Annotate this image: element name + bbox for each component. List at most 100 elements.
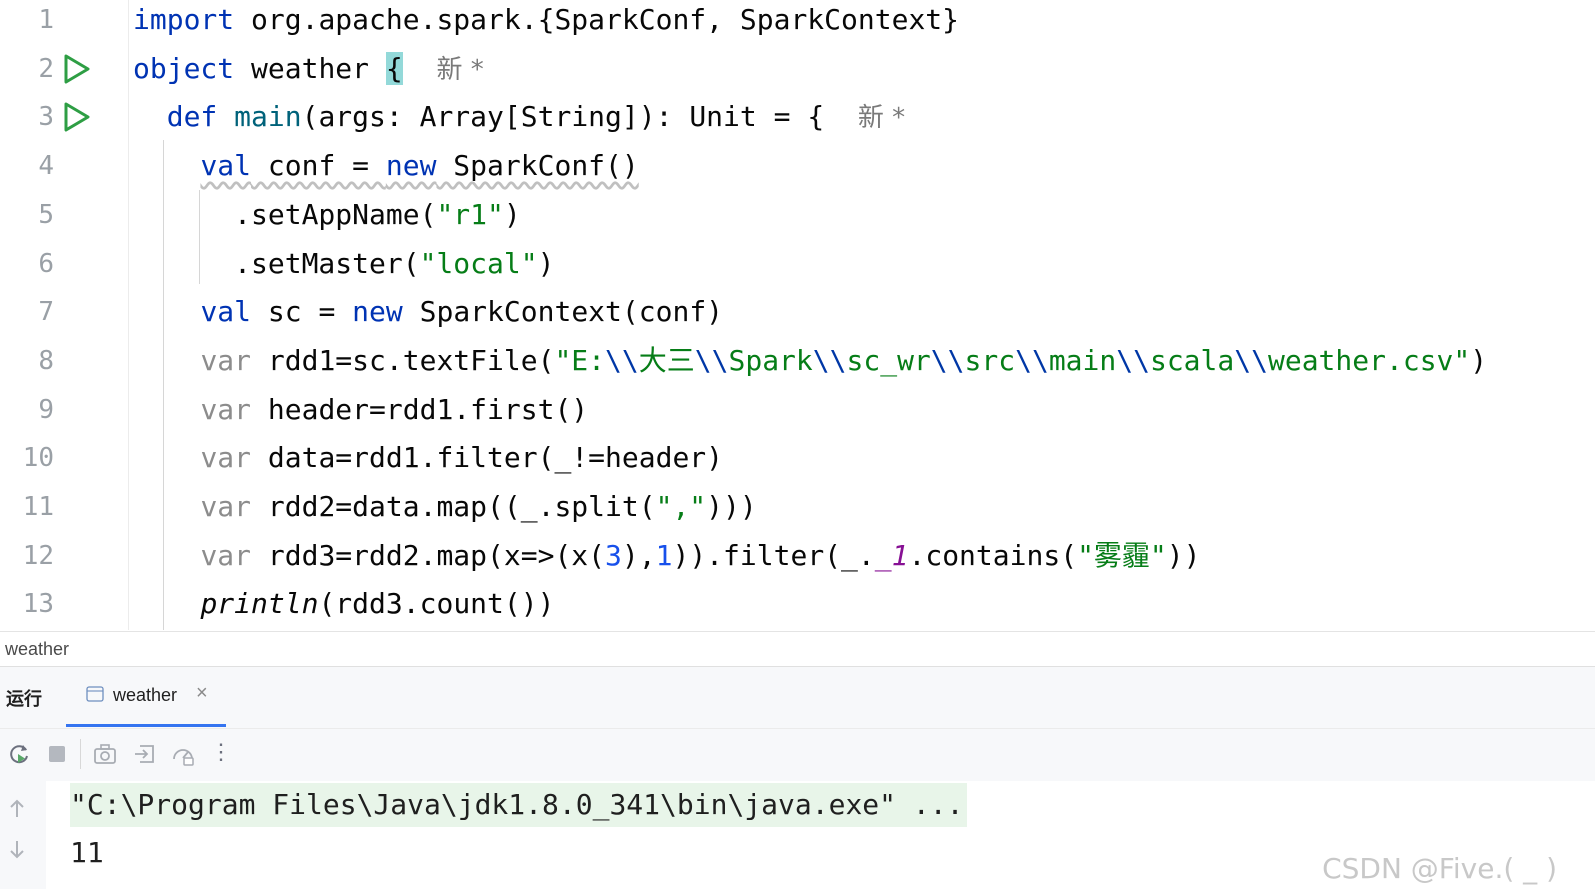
console-icon (86, 686, 104, 702)
camera-icon[interactable] (92, 741, 118, 767)
line-number: 4 (38, 151, 54, 182)
code-token: var (200, 343, 252, 377)
code-token: var (200, 441, 252, 475)
run-icon[interactable] (62, 100, 92, 134)
down-arrow-icon[interactable] (6, 837, 28, 861)
code-token: "r1" (436, 197, 504, 231)
gutter-row: 6 (0, 244, 128, 293)
code-editor[interactable]: 1 2 3 4 5 6 7 8 9 10 11 12 13 import org.apache.spar… (0, 0, 1595, 630)
code-token: scala (1149, 343, 1235, 377)
code-token: weather.csv" (1267, 343, 1471, 377)
code-line[interactable]: var header=rdd1.first() (133, 390, 588, 439)
line-number: 10 (22, 443, 54, 474)
code-token: var (200, 538, 252, 572)
code-line[interactable]: import org.apache.spark.{SparkConf, Spar… (133, 0, 959, 49)
more-icon[interactable]: ⋮ (208, 739, 234, 765)
code-line[interactable]: object weather { 新 * (133, 49, 484, 98)
author-hint: 新 * (857, 103, 906, 134)
code-line[interactable]: var rdd2=data.map((_.split(","))) (133, 487, 757, 536)
breadcrumb-item[interactable]: weather (0, 639, 69, 659)
line-number: 6 (38, 248, 54, 279)
code-area[interactable]: import org.apache.spark.{SparkConf, Spar… (133, 0, 1595, 630)
code-token: 3 (605, 538, 622, 572)
line-number: 8 (38, 345, 54, 376)
code-line[interactable]: var rdd1=sc.textFile("E:\\大三\\Spark\\sc_… (133, 341, 1487, 390)
code-token: rdd3=rdd2.map(x=>(x( (251, 538, 606, 572)
line-number: 3 (38, 102, 54, 133)
code-line[interactable]: val conf = new SparkConf() (133, 146, 638, 195)
gutter-row: 7 (0, 292, 128, 341)
code-token: def (166, 100, 218, 134)
run-header: 运行 weather × (0, 667, 1595, 727)
stop-icon[interactable] (44, 741, 70, 767)
code-token: SparkContext(conf) (402, 295, 724, 329)
line-number: 7 (38, 297, 54, 328)
run-icon[interactable] (62, 52, 92, 86)
code-token: \\ (812, 343, 847, 377)
code-token: \\ (1116, 343, 1150, 377)
code-token: (rdd3.count()) (318, 587, 555, 621)
code-line[interactable]: val sc = new SparkContext(conf) (133, 292, 723, 341)
gutter-row: 11 (0, 487, 128, 536)
close-icon[interactable]: × (196, 682, 208, 705)
code-line[interactable]: var data=rdd1.filter(_!=header) (133, 438, 723, 487)
run-panel-title: 运行 (6, 689, 42, 709)
code-token: val (200, 149, 252, 183)
line-number: 13 (22, 589, 54, 620)
code-token: ) (503, 197, 521, 231)
code-line[interactable]: var rdd3=rdd2.map(x=>(x(3),1)).filter(_.… (133, 536, 1200, 585)
code-token: .setAppName( (133, 197, 437, 231)
rerun-icon[interactable] (6, 741, 32, 767)
code-token: ))) (706, 490, 757, 523)
code-token: \\ (1234, 343, 1268, 377)
restore-layout-icon[interactable] (132, 741, 158, 767)
breadcrumb[interactable]: weather (0, 631, 1595, 666)
code-line[interactable]: def main(args: Array[String]): Unit = { … (133, 97, 905, 146)
code-token: val (200, 295, 252, 329)
gutter-row: 2 (0, 49, 128, 98)
gutter-row: 8 (0, 341, 128, 390)
tab-selected-indicator (66, 724, 226, 727)
run-toolbar: ⋮ (0, 728, 1595, 781)
gutter-row: 12 (0, 536, 128, 585)
code-line[interactable]: println(rdd3.count()) (133, 584, 554, 630)
code-token: 大三 (638, 343, 695, 377)
code-token: rdd1=sc.textFile( (251, 343, 555, 377)
code-token: var (200, 392, 252, 426)
up-arrow-icon[interactable] (6, 797, 28, 821)
code-token: conf = (251, 149, 386, 183)
code-token: Spark (728, 343, 813, 377)
code-token: .setMaster( (133, 246, 420, 280)
toolbar-separator (80, 739, 81, 769)
gutter-row: 5 (0, 195, 128, 244)
code-token: \\ (1015, 343, 1049, 377)
code-token: weather (234, 51, 386, 85)
code-token: new (352, 295, 403, 329)
code-token: ), (621, 538, 656, 572)
code-line[interactable]: .setAppName("r1") (133, 195, 521, 244)
gutter-row: 3 (0, 97, 128, 146)
tab-weather[interactable]: weather × (66, 667, 226, 727)
code-token: data=rdd1.filter(_!=header) (251, 441, 724, 475)
code-token: "," (655, 490, 707, 523)
code-token: \\ (605, 343, 639, 377)
code-token: "local" (419, 246, 538, 280)
gutter-row: 13 (0, 584, 128, 630)
code-line[interactable]: .setMaster("local") (133, 244, 554, 293)
code-token: ) (1470, 343, 1488, 377)
code-token: println (200, 587, 319, 621)
code-token: var (200, 490, 252, 523)
tab-label: weather (113, 685, 178, 705)
console-result-line: 11 (70, 836, 104, 869)
code-token: ) (537, 246, 555, 280)
coverage-icon[interactable] (170, 741, 196, 767)
code-token: new (385, 149, 437, 183)
code-token: \\ (694, 343, 729, 377)
line-number: 2 (38, 53, 54, 84)
